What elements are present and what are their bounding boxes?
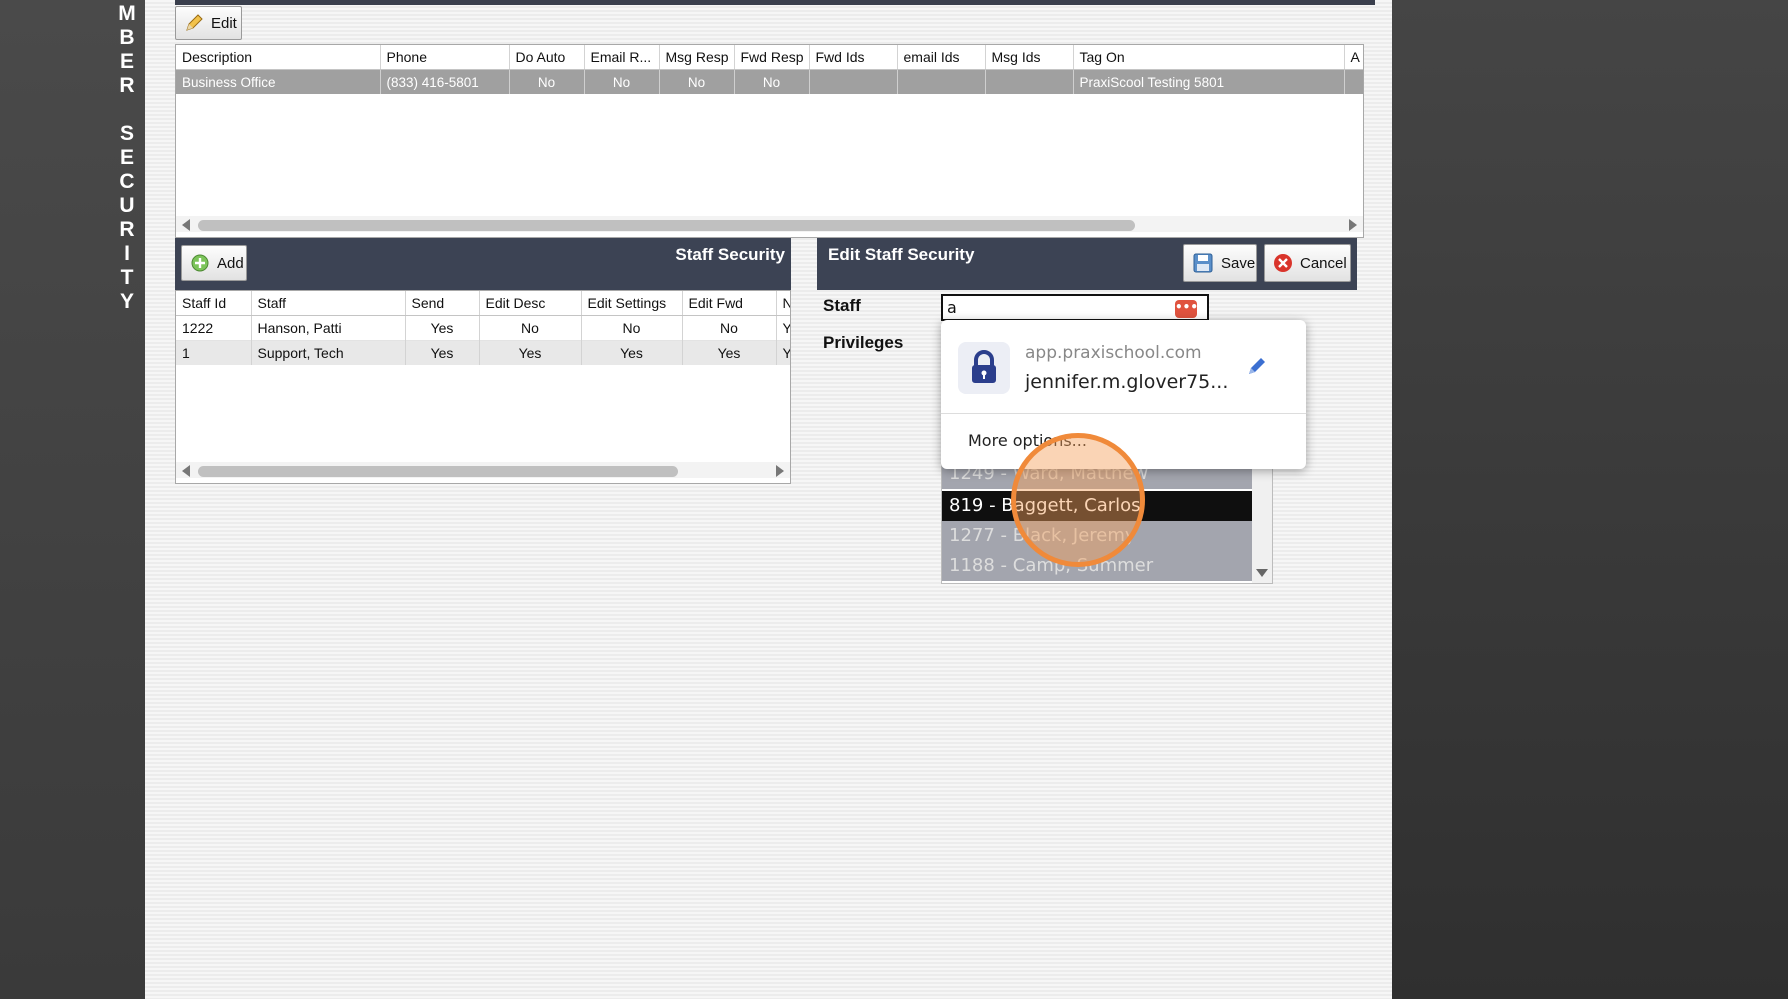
col-header[interactable]: Email R... <box>584 45 660 70</box>
main-grid-header: Description Phone Do Auto Email R... Msg… <box>176 45 1363 70</box>
col-header[interactable]: Fwd Ids <box>809 45 898 70</box>
table-cell <box>809 69 898 94</box>
table-cell: No <box>584 69 660 94</box>
table-cell: PraxiScool Testing 5801 <box>1073 69 1345 94</box>
table-row[interactable]: 1222 Hanson, Patti Yes No No No Ye <box>176 315 790 341</box>
table-cell: Business Office <box>176 69 381 94</box>
col-header[interactable]: Phone <box>380 45 510 70</box>
click-indicator <box>1011 433 1145 567</box>
table-cell: No <box>581 315 683 341</box>
table-cell: Yes <box>581 340 683 365</box>
table-cell: 1222 <box>176 315 252 341</box>
staff-label: Staff <box>823 296 861 315</box>
col-header[interactable]: Staff <box>251 291 406 316</box>
top-bar <box>175 0 1375 5</box>
col-header[interactable]: Msg Ids <box>985 45 1074 70</box>
col-header[interactable]: Staff Id <box>176 291 252 316</box>
scroll-left-arrow-icon[interactable] <box>182 219 190 231</box>
staff-security-grid: Staff Id Staff Send Edit Desc Edit Setti… <box>175 290 791 484</box>
privileges-label: Privileges <box>823 333 904 352</box>
col-header[interactable]: email Ids <box>897 45 986 70</box>
save-button[interactable]: Save <box>1183 244 1257 282</box>
col-header[interactable]: Tag On <box>1073 45 1345 70</box>
close-icon <box>1273 253 1293 273</box>
edit-button[interactable]: Edit <box>175 6 242 40</box>
table-row[interactable]: 1 Support, Tech Yes Yes Yes Yes Ye <box>176 340 790 365</box>
scroll-down-arrow-icon[interactable] <box>1256 569 1268 577</box>
col-header[interactable]: Fwd Resp <box>734 45 810 70</box>
table-cell: Ye <box>776 340 790 365</box>
table-cell: Support, Tech <box>251 340 406 365</box>
staff-input[interactable]: a ••• <box>941 294 1209 321</box>
plus-circle-icon <box>190 253 210 273</box>
add-button[interactable]: Add <box>181 245 247 281</box>
table-cell: Yes <box>405 340 480 365</box>
table-cell <box>1344 69 1363 94</box>
col-header[interactable]: Description <box>176 45 381 70</box>
col-header[interactable]: No <box>776 291 790 316</box>
table-cell: Yes <box>682 340 777 365</box>
scroll-left-arrow-icon[interactable] <box>182 465 190 477</box>
staff-grid-scrollbar[interactable] <box>176 462 790 478</box>
floppy-disk-icon <box>1192 252 1214 274</box>
divider <box>941 413 1306 414</box>
password-manager-icon[interactable]: ••• <box>1175 300 1198 318</box>
staff-grid-header: Staff Id Staff Send Edit Desc Edit Setti… <box>176 291 790 316</box>
autofill-popup: app.praxischool.com jennifer.m.glover75.… <box>941 320 1306 469</box>
autofill-site: app.praxischool.com <box>1025 343 1202 363</box>
table-row[interactable]: Business Office (833) 416-5801 No No No … <box>176 69 1363 94</box>
table-cell <box>985 69 1074 94</box>
list-scrollbar[interactable] <box>1252 459 1272 583</box>
main-grid: Description Phone Do Auto Email R... Msg… <box>175 44 1364 238</box>
staff-security-header: Staff Security <box>175 238 791 290</box>
table-cell: Yes <box>405 315 480 341</box>
vertical-page-title: M B E R S E C U R I T Y <box>118 2 136 313</box>
table-cell: No <box>682 315 777 341</box>
lock-icon <box>958 342 1010 394</box>
col-header[interactable]: Do Auto <box>509 45 585 70</box>
table-cell: (833) 416-5801 <box>380 69 510 94</box>
col-header[interactable]: Edit Desc <box>479 291 582 316</box>
col-header[interactable]: Edit Settings <box>581 291 683 316</box>
table-cell: Hanson, Patti <box>251 315 406 341</box>
scroll-right-arrow-icon[interactable] <box>776 465 784 477</box>
table-cell: Ye <box>776 315 790 341</box>
table-cell: 1 <box>176 340 252 365</box>
staff-input-value: a <box>947 298 957 317</box>
col-header[interactable]: Edit Fwd <box>682 291 777 316</box>
col-header[interactable]: Msg Resp <box>659 45 735 70</box>
scroll-thumb[interactable] <box>198 466 678 477</box>
table-cell <box>897 69 986 94</box>
table-cell: No <box>509 69 585 94</box>
table-cell: No <box>479 315 582 341</box>
pencil-icon <box>184 13 204 33</box>
col-header[interactable]: A <box>1344 45 1363 70</box>
scroll-thumb[interactable] <box>198 220 1135 231</box>
edit-staff-security-title: Edit Staff Security <box>828 245 975 264</box>
col-header[interactable]: Send <box>405 291 480 316</box>
autofill-username[interactable]: jennifer.m.glover75... <box>1025 371 1228 393</box>
right-background <box>1392 0 1788 999</box>
staff-security-title: Staff Security <box>675 245 785 264</box>
main-grid-scrollbar[interactable] <box>176 216 1363 232</box>
table-cell: No <box>734 69 810 94</box>
scroll-right-arrow-icon[interactable] <box>1349 219 1357 231</box>
table-cell: No <box>659 69 735 94</box>
table-cell: Yes <box>479 340 582 365</box>
pencil-icon[interactable] <box>1245 354 1269 382</box>
cancel-button[interactable]: Cancel <box>1264 244 1351 282</box>
